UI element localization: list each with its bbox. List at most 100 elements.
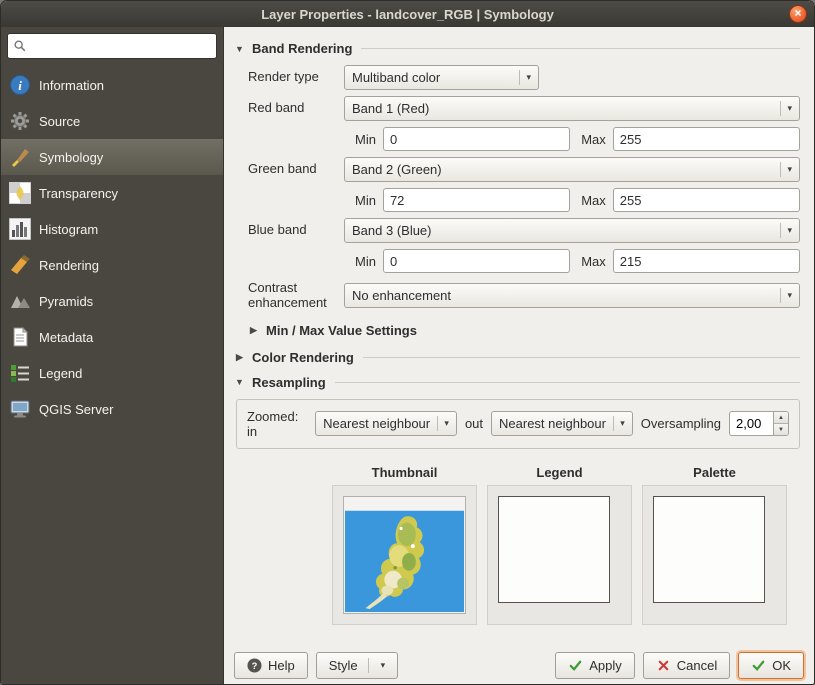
red-max-input[interactable] xyxy=(613,127,800,151)
pyramids-icon xyxy=(9,290,31,312)
oversampling-input[interactable] xyxy=(729,411,773,436)
min-label: Min xyxy=(355,132,376,147)
paintbrush-icon xyxy=(9,146,31,168)
apply-button[interactable]: Apply xyxy=(555,652,635,679)
color-rendering-header[interactable]: ▶ Color Rendering xyxy=(234,350,800,365)
oversampling-label: Oversampling xyxy=(641,416,721,431)
legend-preview: Legend xyxy=(487,465,632,625)
sidebar-item-information[interactable]: i Information xyxy=(1,67,223,103)
spin-down-button[interactable]: ▼ xyxy=(774,423,788,435)
sidebar-item-pyramids[interactable]: Pyramids xyxy=(1,283,223,319)
style-button[interactable]: Style ▾ xyxy=(316,652,398,679)
cancel-button[interactable]: Cancel xyxy=(643,652,730,679)
blue-min-input[interactable] xyxy=(383,249,570,273)
contrast-row: Contrast enhancement No enhancement ▾ xyxy=(248,281,800,311)
header-rule xyxy=(361,48,800,49)
sidebar: i Information Source Symbology Transpare… xyxy=(1,27,224,684)
chevron-down-icon: ▾ xyxy=(781,225,792,236)
check-icon xyxy=(751,658,766,673)
chevron-down-icon: ▾ xyxy=(614,418,625,429)
sidebar-item-source[interactable]: Source xyxy=(1,103,223,139)
search-input[interactable] xyxy=(31,38,211,55)
dialog-button-bar: ? Help Style ▾ Apply Cancel xyxy=(224,646,814,684)
chevron-down-icon: ▾ xyxy=(375,660,386,671)
spin-up-button[interactable]: ▲ xyxy=(774,412,788,423)
green-max-input[interactable] xyxy=(613,188,800,212)
sidebar-item-label: Transparency xyxy=(39,186,118,201)
red-min-input[interactable] xyxy=(383,127,570,151)
sidebar-item-symbology[interactable]: Symbology xyxy=(1,139,223,175)
sidebar-item-label: Information xyxy=(39,78,104,93)
green-band-label: Green band xyxy=(248,162,344,177)
layer-properties-window: Layer Properties - landcover_RGB | Symbo… xyxy=(0,0,815,685)
header-rule xyxy=(363,357,800,358)
x-icon xyxy=(656,658,671,673)
green-minmax-row: Min Max xyxy=(248,188,800,212)
band-rendering-header[interactable]: ▼ Band Rendering xyxy=(234,41,800,56)
blue-minmax-row: Min Max xyxy=(248,249,800,273)
zoomed-out-select[interactable]: Nearest neighbour ▾ xyxy=(491,411,633,436)
sidebar-item-label: Legend xyxy=(39,366,82,381)
close-button[interactable]: × xyxy=(789,5,807,23)
sidebar-item-transparency[interactable]: Transparency xyxy=(1,175,223,211)
red-band-label: Red band xyxy=(248,101,344,116)
titlebar[interactable]: Layer Properties - landcover_RGB | Symbo… xyxy=(1,1,814,27)
sidebar-item-metadata[interactable]: Metadata xyxy=(1,319,223,355)
oversampling-spinner: ▲ ▼ xyxy=(729,411,789,436)
sidebar-item-label: Histogram xyxy=(39,222,98,237)
svg-text:?: ? xyxy=(252,660,258,670)
red-band-row: Red band Band 1 (Red) ▾ xyxy=(248,96,800,121)
spin-down-icon: ▼ xyxy=(778,427,784,433)
sidebar-item-qgis-server[interactable]: QGIS Server xyxy=(1,391,223,427)
thumbnail-image xyxy=(343,496,466,614)
gear-icon xyxy=(9,110,31,132)
zoomed-in-label: Zoomed: in xyxy=(247,409,307,439)
group-title: Min / Max Value Settings xyxy=(266,323,417,338)
green-band-row: Green band Band 2 (Green) ▾ xyxy=(248,157,800,182)
sidebar-item-label: Symbology xyxy=(39,150,103,165)
group-title: Resampling xyxy=(252,375,326,390)
chevron-down-icon: ▾ xyxy=(520,72,531,83)
help-button[interactable]: ? Help xyxy=(234,652,308,679)
legend-list-icon xyxy=(9,362,31,384)
chevron-down-icon: ▾ xyxy=(781,290,792,301)
render-type-label: Render type xyxy=(248,70,344,85)
max-label: Max xyxy=(581,254,606,269)
zoomed-in-select[interactable]: Nearest neighbour ▾ xyxy=(315,411,457,436)
contrast-label: Contrast enhancement xyxy=(248,281,344,311)
symbology-page: ▼ Band Rendering Render type Multiband c… xyxy=(224,27,814,646)
resampling-header[interactable]: ▼ Resampling xyxy=(234,375,800,390)
check-icon xyxy=(568,658,583,673)
header-rule xyxy=(335,382,800,383)
render-type-row: Render type Multiband color ▾ xyxy=(248,65,800,90)
legend-frame xyxy=(498,496,610,603)
green-band-select[interactable]: Band 2 (Green) ▾ xyxy=(344,157,800,182)
sidebar-item-label: QGIS Server xyxy=(39,402,113,417)
transparency-icon xyxy=(9,182,31,204)
palette-preview: Palette xyxy=(642,465,787,625)
sidebar-item-rendering[interactable]: Rendering xyxy=(1,247,223,283)
minmax-settings-header[interactable]: ▶ Min / Max Value Settings xyxy=(248,323,800,338)
sidebar-item-legend[interactable]: Legend xyxy=(1,355,223,391)
spin-up-icon: ▲ xyxy=(778,415,784,421)
render-type-select[interactable]: Multiband color ▾ xyxy=(344,65,539,90)
document-icon xyxy=(9,326,31,348)
sidebar-item-label: Rendering xyxy=(39,258,99,273)
legend-title: Legend xyxy=(487,465,632,480)
preview-area: Thumbnail xyxy=(332,465,800,625)
close-icon: × xyxy=(794,6,801,20)
collapse-triangle-icon: ▶ xyxy=(234,352,245,363)
info-icon: i xyxy=(9,74,31,96)
min-label: Min xyxy=(355,254,376,269)
contrast-select[interactable]: No enhancement ▾ xyxy=(344,283,800,308)
blue-max-input[interactable] xyxy=(613,249,800,273)
help-icon: ? xyxy=(247,658,262,673)
collapse-triangle-icon: ▶ xyxy=(248,325,259,336)
red-band-select[interactable]: Band 1 (Red) ▾ xyxy=(344,96,800,121)
sidebar-item-histogram[interactable]: Histogram xyxy=(1,211,223,247)
ok-button[interactable]: OK xyxy=(738,652,804,679)
search-icon xyxy=(13,39,27,53)
group-title: Band Rendering xyxy=(252,41,352,56)
green-min-input[interactable] xyxy=(383,188,570,212)
blue-band-select[interactable]: Band 3 (Blue) ▾ xyxy=(344,218,800,243)
